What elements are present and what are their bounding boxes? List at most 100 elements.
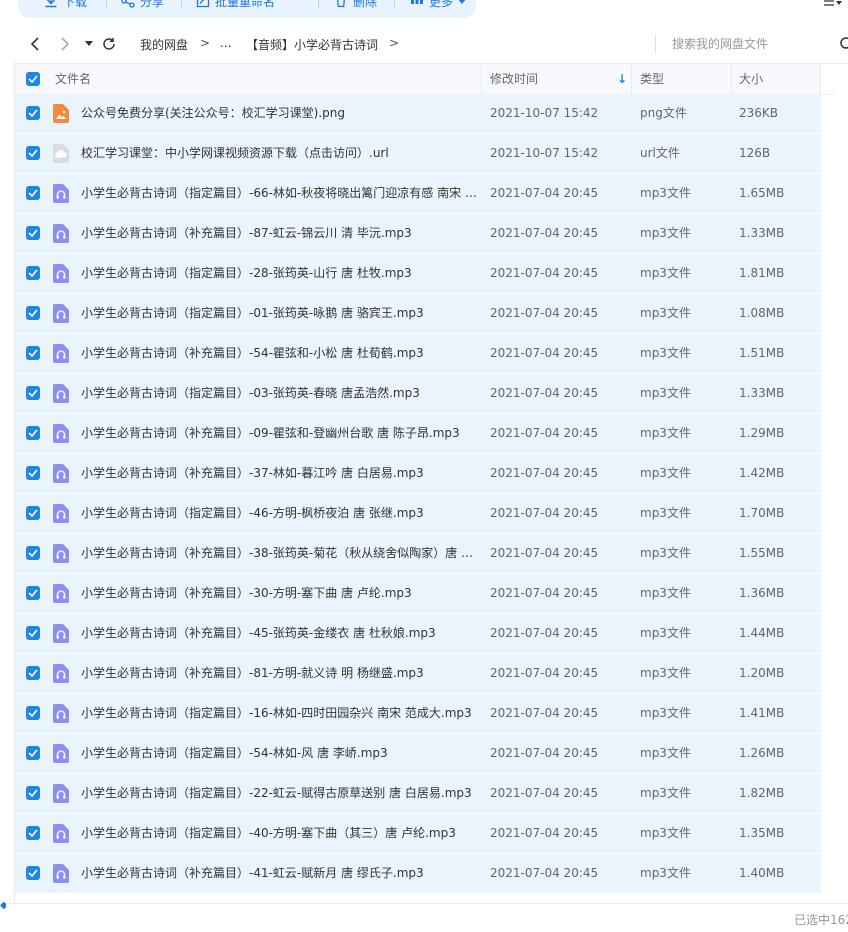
- row-checkbox[interactable]: [26, 586, 40, 600]
- file-name[interactable]: 小学生必背古诗词（指定篇目）-40-方明-塞下曲（其三）唐 卢纶.mp3: [81, 814, 477, 853]
- table-row[interactable]: 小学生必背古诗词（补充篇目）-41-虹云-赋新月 唐 缪氏子.mp3 2021-0…: [15, 854, 821, 894]
- row-checkbox[interactable]: [26, 266, 40, 280]
- row-checkbox[interactable]: [26, 666, 40, 680]
- column-header-name[interactable]: 文件名: [55, 64, 91, 94]
- file-type: mp3文件: [640, 786, 691, 800]
- more-button[interactable]: 更多: [410, 0, 466, 10]
- row-checkbox[interactable]: [26, 386, 40, 400]
- file-name[interactable]: 小学生必背古诗词（指定篇目）-22-虹云-赋得古原草送别 唐 白居易.mp3: [81, 774, 477, 813]
- file-type: mp3文件: [640, 866, 691, 880]
- column-divider[interactable]: [481, 64, 482, 94]
- file-type: mp3文件: [640, 546, 691, 560]
- file-type: url文件: [640, 146, 680, 160]
- column-header-size[interactable]: 大小: [739, 64, 763, 94]
- file-name[interactable]: 公众号免费分享(关注公众号：校汇学习课堂).png: [81, 94, 477, 133]
- file-name[interactable]: 小学生必背古诗词（补充篇目）-37-林如-暮江吟 唐 白居易.mp3: [81, 454, 477, 493]
- file-name[interactable]: 小学生必背古诗词（指定篇目）-03-张筠英-春晓 唐孟浩然.mp3: [81, 374, 477, 413]
- row-checkbox[interactable]: [26, 746, 40, 760]
- sort-menu-icon[interactable]: [824, 0, 842, 8]
- breadcrumb-root[interactable]: 我的网盘: [140, 36, 188, 53]
- file-name[interactable]: 小学生必背古诗词（补充篇目）-87-虹云-锦云川 清 毕沅.mp3: [81, 214, 477, 253]
- batch-rename-button[interactable]: 批量重命名: [196, 0, 275, 10]
- file-name[interactable]: 小学生必背古诗词（指定篇目）-28-张筠英-山行 唐 杜牧.mp3: [81, 254, 477, 293]
- table-row[interactable]: 小学生必背古诗词（指定篇目）-01-张筠英-咏鹅 唐 骆宾王.mp3 2021-0…: [15, 294, 821, 334]
- row-checkbox[interactable]: [26, 306, 40, 320]
- row-checkbox[interactable]: [26, 506, 40, 520]
- row-checkbox[interactable]: [26, 346, 40, 360]
- download-button[interactable]: 下载: [44, 0, 87, 10]
- refresh-button[interactable]: [100, 36, 118, 52]
- row-checkbox[interactable]: [26, 626, 40, 640]
- table-row[interactable]: 小学生必背古诗词（补充篇目）-38-张筠英-菊花（秋从绕舍似陶家）唐 元稹.mp…: [15, 534, 821, 574]
- table-header: 文件名 修改时间 ↓ 类型 大小: [15, 63, 821, 95]
- file-name[interactable]: 小学生必背古诗词（补充篇目）-30-方明-塞下曲 唐 卢纶.mp3: [81, 574, 477, 613]
- file-name[interactable]: 小学生必背古诗词（指定篇目）-16-林如-四时田园杂兴 南宋 范成大.mp3: [81, 694, 477, 733]
- file-name[interactable]: 小学生必背古诗词（指定篇目）-01-张筠英-咏鹅 唐 骆宾王.mp3: [81, 294, 477, 333]
- scrollbar[interactable]: [835, 94, 848, 902]
- delete-button[interactable]: 删除: [334, 0, 377, 10]
- file-name[interactable]: 小学生必背古诗词（指定篇目）-46-方明-枫桥夜泊 唐 张继.mp3: [81, 494, 477, 533]
- breadcrumb-current[interactable]: 【音频】小学必背古诗词: [246, 36, 378, 53]
- row-checkbox[interactable]: [26, 106, 40, 120]
- table-row[interactable]: 校汇学习课堂：中小学网课视频资源下载（点击访问）.url 2021-10-07 1…: [15, 134, 821, 174]
- status-bar: 已选中162: [0, 903, 848, 932]
- row-checkbox[interactable]: [26, 186, 40, 200]
- file-name[interactable]: 校汇学习课堂：中小学网课视频资源下载（点击访问）.url: [81, 134, 477, 173]
- row-checkbox[interactable]: [26, 706, 40, 720]
- toolbar-divider: [318, 0, 319, 8]
- table-row[interactable]: 小学生必背古诗词（补充篇目）-45-张筠英-金缕衣 唐 杜秋娘.mp3 2021-…: [15, 614, 821, 654]
- row-checkbox[interactable]: [26, 786, 40, 800]
- table-row[interactable]: 小学生必背古诗词（指定篇目）-03-张筠英-春晓 唐孟浩然.mp3 2021-07…: [15, 374, 821, 414]
- search-icon[interactable]: [838, 36, 848, 52]
- table-row[interactable]: 小学生必背古诗词（补充篇目）-37-林如-暮江吟 唐 白居易.mp3 2021-0…: [15, 454, 821, 494]
- side-panel-tab[interactable]: ◆: [0, 900, 6, 931]
- column-divider[interactable]: [731, 64, 732, 94]
- history-dropdown-button[interactable]: [80, 36, 98, 52]
- chevron-right-icon: [61, 37, 70, 51]
- column-header-type[interactable]: 类型: [640, 64, 664, 94]
- table-row[interactable]: 公众号免费分享(关注公众号：校汇学习课堂).png 2021-10-07 15:4…: [15, 94, 821, 134]
- table-row[interactable]: 小学生必背古诗词（指定篇目）-16-林如-四时田园杂兴 南宋 范成大.mp3 20…: [15, 694, 821, 734]
- table-row[interactable]: 小学生必背古诗词（指定篇目）-54-林如-风 唐 李峤.mp3 2021-07-0…: [15, 734, 821, 774]
- table-row[interactable]: 小学生必背古诗词（补充篇目）-81-方明-就义诗 明 杨继盛.mp3 2021-0…: [15, 654, 821, 694]
- table-row[interactable]: 小学生必背古诗词（指定篇目）-66-林如-秋夜将晓出篱门迎凉有感 南宋 陆游.m…: [15, 174, 821, 214]
- breadcrumb-ellipsis[interactable]: ...: [220, 36, 231, 50]
- row-checkbox[interactable]: [26, 466, 40, 480]
- table-row[interactable]: 小学生必背古诗词（补充篇目）-30-方明-塞下曲 唐 卢纶.mp3 2021-07…: [15, 574, 821, 614]
- audio-file-icon: [53, 544, 69, 563]
- file-modified-time: 2021-07-04 20:45: [490, 386, 599, 400]
- file-name[interactable]: 小学生必背古诗词（补充篇目）-45-张筠英-金缕衣 唐 杜秋娘.mp3: [81, 614, 477, 653]
- back-button[interactable]: [26, 36, 44, 52]
- table-row[interactable]: 小学生必背古诗词（补充篇目）-54-瞿弦和-小松 唐 杜荀鹤.mp3 2021-0…: [15, 334, 821, 374]
- file-name[interactable]: 小学生必背古诗词（指定篇目）-54-林如-风 唐 李峤.mp3: [81, 734, 477, 773]
- row-checkbox[interactable]: [26, 546, 40, 560]
- row-checkbox[interactable]: [26, 146, 40, 160]
- table-row[interactable]: 小学生必背古诗词（指定篇目）-28-张筠英-山行 唐 杜牧.mp3 2021-07…: [15, 254, 821, 294]
- row-checkbox[interactable]: [26, 866, 40, 880]
- forward-button[interactable]: [56, 36, 74, 52]
- file-name[interactable]: 小学生必背古诗词（补充篇目）-81-方明-就义诗 明 杨继盛.mp3: [81, 654, 477, 693]
- search-input[interactable]: [668, 32, 846, 56]
- column-divider[interactable]: [631, 64, 632, 94]
- checkmark-icon: [28, 789, 38, 797]
- table-row[interactable]: 小学生必背古诗词（指定篇目）-22-虹云-赋得古原草送别 唐 白居易.mp3 20…: [15, 774, 821, 814]
- table-row[interactable]: 小学生必背古诗词（指定篇目）-46-方明-枫桥夜泊 唐 张继.mp3 2021-0…: [15, 494, 821, 534]
- file-type: mp3文件: [640, 466, 691, 480]
- file-name[interactable]: 小学生必背古诗词（指定篇目）-66-林如-秋夜将晓出篱门迎凉有感 南宋 陆游.m…: [81, 174, 477, 213]
- audio-file-icon: [53, 624, 69, 643]
- file-name[interactable]: 小学生必背古诗词（补充篇目）-38-张筠英-菊花（秋从绕舍似陶家）唐 元稹.mp…: [81, 534, 477, 573]
- row-checkbox[interactable]: [26, 226, 40, 240]
- table-row[interactable]: 小学生必背古诗词（补充篇目）-09-瞿弦和-登幽州台歌 唐 陈子昂.mp3 202…: [15, 414, 821, 454]
- table-row[interactable]: 小学生必背古诗词（指定篇目）-40-方明-塞下曲（其三）唐 卢纶.mp3 2021…: [15, 814, 821, 854]
- select-all-checkbox[interactable]: [26, 72, 40, 86]
- row-checkbox[interactable]: [26, 826, 40, 840]
- sort-arrow-icon[interactable]: ↓: [617, 64, 627, 94]
- file-name[interactable]: 小学生必背古诗词（补充篇目）-54-瞿弦和-小松 唐 杜荀鹤.mp3: [81, 334, 477, 373]
- share-button[interactable]: 分享: [121, 0, 164, 10]
- column-header-modified[interactable]: 修改时间: [490, 64, 538, 94]
- table-row[interactable]: 小学生必背古诗词（补充篇目）-87-虹云-锦云川 清 毕沅.mp3 2021-07…: [15, 214, 821, 254]
- row-checkbox[interactable]: [26, 426, 40, 440]
- file-type: mp3文件: [640, 386, 691, 400]
- file-name[interactable]: 小学生必背古诗词（补充篇目）-41-虹云-赋新月 唐 缪氏子.mp3: [81, 854, 477, 893]
- file-name[interactable]: 小学生必背古诗词（补充篇目）-09-瞿弦和-登幽州台歌 唐 陈子昂.mp3: [81, 414, 477, 453]
